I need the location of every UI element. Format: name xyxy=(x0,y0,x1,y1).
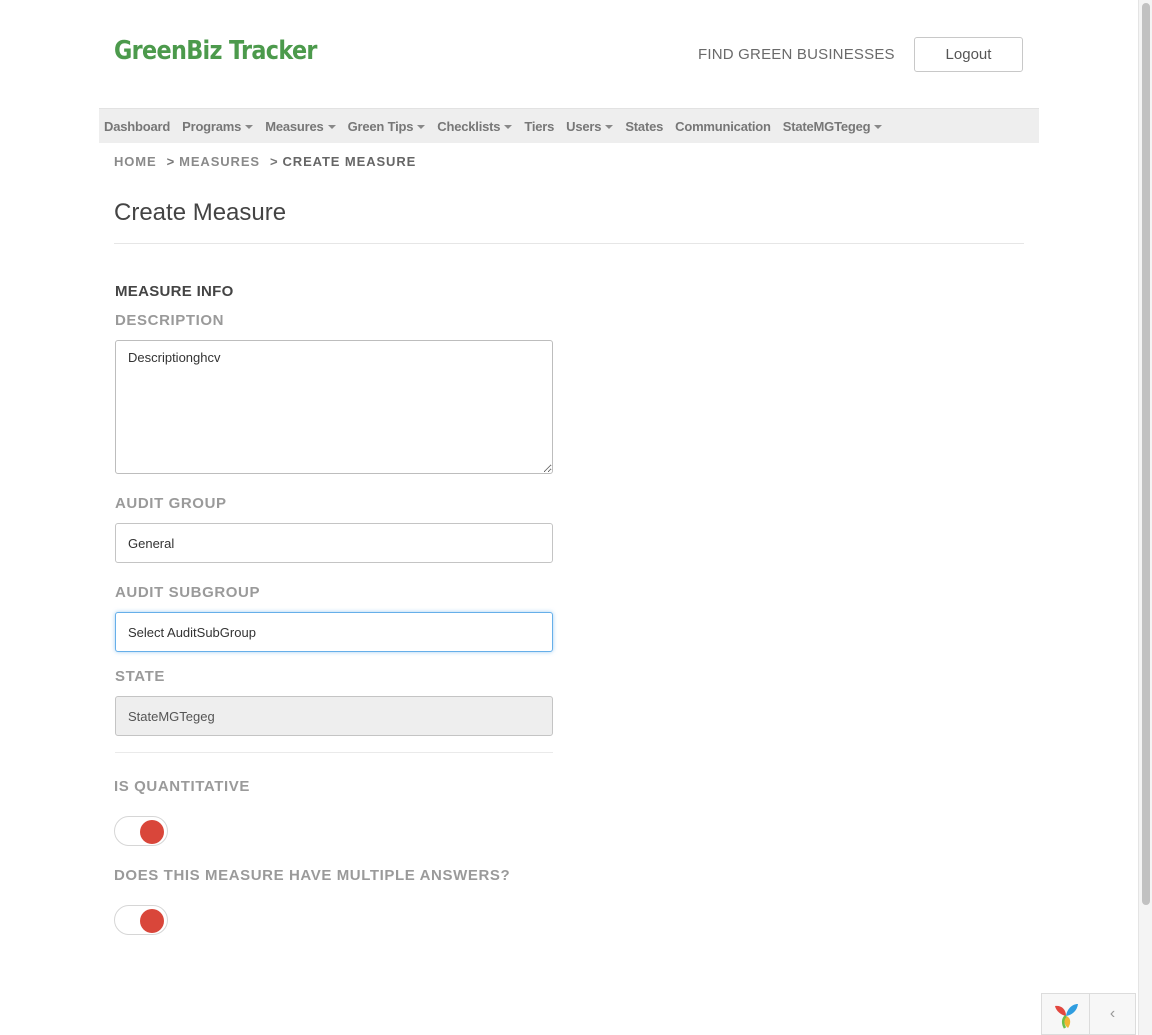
is-quantitative-toggle[interactable] xyxy=(114,816,168,846)
multiple-answers-toggle[interactable] xyxy=(114,905,168,935)
nav-item-users[interactable]: Users xyxy=(566,118,614,134)
toggle-knob xyxy=(140,820,164,844)
page-title: Create Measure xyxy=(114,199,287,226)
nav-item-communication[interactable]: Communication xyxy=(675,119,771,134)
caret-down-icon xyxy=(327,124,336,129)
state-label: STATE xyxy=(115,668,165,685)
nav-item-state-menu[interactable]: StateMGTegeg xyxy=(783,119,883,134)
toggle-knob xyxy=(140,909,164,933)
brand-logo[interactable]: GreenBiz Tracker xyxy=(114,36,317,66)
caret-down-icon xyxy=(874,124,883,129)
breadcrumb-home[interactable]: HOME xyxy=(114,154,157,169)
nav-label: Tiers xyxy=(524,118,555,134)
description-label: DESCRIPTION xyxy=(115,312,225,329)
form-divider xyxy=(115,752,553,753)
section-title-measure-info: MEASURE INFO xyxy=(115,283,234,300)
audit-subgroup-label: AUDIT SUBGROUP xyxy=(115,584,261,601)
nav-label: Dashboard xyxy=(104,118,171,134)
description-textarea[interactable]: Descriptionghcv xyxy=(115,340,553,474)
page-scrollbar[interactable] xyxy=(1138,0,1152,1035)
breadcrumb: HOME > MEASURES > CREATE MEASURE xyxy=(114,154,416,169)
nav-label: Programs xyxy=(182,118,242,134)
nav-item-measures[interactable]: Measures xyxy=(265,118,336,134)
caret-down-icon xyxy=(605,124,614,129)
title-divider xyxy=(114,243,1024,244)
breadcrumb-separator: > xyxy=(270,154,279,169)
audit-subgroup-field[interactable] xyxy=(115,612,553,652)
nav-item-checklists[interactable]: Checklists xyxy=(437,118,513,134)
nav-label: Users xyxy=(566,118,602,134)
caret-down-icon xyxy=(245,124,254,129)
state-field xyxy=(115,696,553,736)
main-nav: Dashboard Programs Measures Green Tips C… xyxy=(99,108,1039,143)
scrollbar-thumb[interactable] xyxy=(1142,3,1150,905)
nav-item-dashboard[interactable]: Dashboard xyxy=(104,119,170,134)
is-quantitative-label: IS QUANTITATIVE xyxy=(114,778,250,795)
find-green-businesses-link[interactable]: FIND GREEN BUSINESSES xyxy=(698,46,895,63)
audit-group-field[interactable] xyxy=(115,523,553,563)
breadcrumb-measures[interactable]: MEASURES xyxy=(179,154,260,169)
breadcrumb-separator: > xyxy=(166,154,176,169)
caret-down-icon xyxy=(417,124,426,129)
nav-label: Green Tips xyxy=(347,118,414,134)
nav-item-states[interactable]: States xyxy=(625,119,663,134)
caret-down-icon xyxy=(504,124,513,129)
nav-label: Checklists xyxy=(437,118,501,134)
chevron-left-icon[interactable]: ‹ xyxy=(1090,994,1135,1034)
logout-button[interactable]: Logout xyxy=(914,37,1023,72)
multiple-answers-label: DOES THIS MEASURE HAVE MULTIPLE ANSWERS? xyxy=(114,867,511,884)
nav-item-programs[interactable]: Programs xyxy=(182,118,254,134)
debug-toolbar[interactable]: ‹ xyxy=(1041,993,1136,1035)
breadcrumb-current: CREATE MEASURE xyxy=(282,154,417,169)
nav-label: Measures xyxy=(265,118,324,134)
nav-label: Communication xyxy=(675,118,771,134)
nav-item-tiers[interactable]: Tiers xyxy=(524,119,554,134)
audit-group-label: AUDIT GROUP xyxy=(115,495,227,512)
nav-item-green-tips[interactable]: Green Tips xyxy=(348,119,426,134)
nav-label: States xyxy=(625,118,664,134)
yii-logo-icon[interactable] xyxy=(1042,994,1090,1035)
nav-label: StateMGTegeg xyxy=(782,118,871,134)
